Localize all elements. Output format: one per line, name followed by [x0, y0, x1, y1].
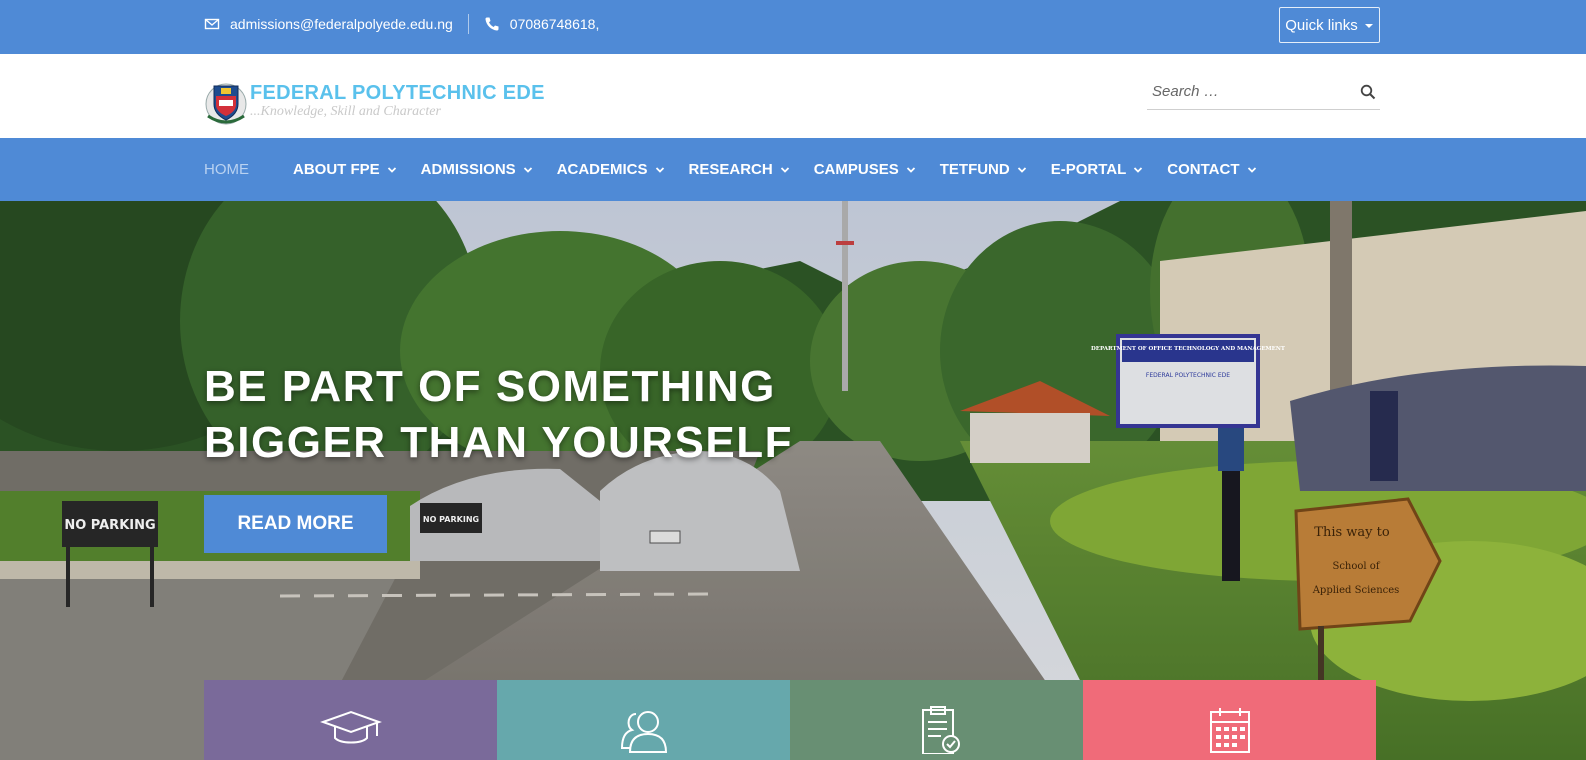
nav-item-label: TETFUND	[939, 161, 1010, 178]
nav-item-label: E-PORTAL	[1050, 161, 1127, 178]
tile-calendar[interactable]	[1083, 680, 1376, 760]
email-text: admissions@federalpolyede.edu.ng	[230, 16, 453, 32]
crest-icon	[205, 83, 247, 125]
direction-sign-line2: School of	[1332, 561, 1380, 572]
search-input[interactable]	[1147, 82, 1347, 101]
users-icon	[620, 711, 667, 753]
nav-item-label: CONTACT	[1167, 161, 1240, 178]
nav-item-label: RESEARCH	[688, 161, 773, 178]
chevron-down-icon	[1247, 166, 1256, 173]
hero-headline-line1: BE PART OF SOMETHING	[204, 362, 776, 411]
caret-down-icon	[1364, 17, 1374, 34]
graduation-cap-icon	[319, 710, 382, 744]
nav-item-label: CAMPUSES	[813, 161, 899, 178]
chevron-down-icon	[387, 166, 396, 173]
nav-item-campuses[interactable]: CAMPUSES	[814, 161, 916, 178]
tile-users[interactable]	[497, 680, 790, 760]
hero-sign-texts: NO PARKING NO PARKING DEPARTMENT OF OFFI…	[64, 346, 1400, 596]
read-more-button[interactable]: READ MORE	[204, 495, 387, 553]
chevron-down-icon	[523, 166, 532, 173]
phone-icon	[484, 16, 500, 32]
hero-headline: BE PART OF SOMETHING BIGGER THAN YOURSEL…	[204, 359, 804, 471]
feature-tiles	[204, 680, 1376, 760]
clipboard-check-icon	[921, 706, 960, 754]
chevron-down-icon	[906, 166, 915, 173]
department-sign-subtext: FEDERAL POLYTECHNIC EDE	[1146, 372, 1230, 379]
nav-menu: HOME ABOUT FPE ADMISSIONS ACADEMICS RESE…	[204, 138, 1281, 201]
chevron-down-icon	[1017, 166, 1026, 173]
search-box	[1147, 74, 1380, 110]
contact-divider	[467, 14, 469, 34]
nav-item-label: ABOUT FPE	[293, 161, 380, 178]
direction-sign-line1: This way to	[1314, 525, 1390, 540]
chevron-down-icon	[655, 166, 664, 173]
nav-item-home[interactable]: HOME	[204, 161, 249, 178]
contact-info: admissions@federalpolyede.edu.ng 0708674…	[204, 14, 599, 34]
calendar-icon	[1209, 708, 1250, 753]
logo-name: FEDERAL POLYTECHNIC EDE	[250, 82, 545, 104]
nav-item-research[interactable]: RESEARCH	[689, 161, 790, 178]
no-parking-sign-text: NO PARKING	[64, 518, 155, 533]
department-sign-text: DEPARTMENT OF OFFICE TECHNOLOGY AND MANA…	[1091, 346, 1286, 352]
nav-item-academics[interactable]: ACADEMICS	[557, 161, 665, 178]
nav-item-label: HOME	[204, 161, 249, 178]
tile-clipboard[interactable]	[790, 680, 1083, 760]
nav-item-tetfund[interactable]: TETFUND	[940, 161, 1027, 178]
phone-text: 07086748618,	[509, 16, 600, 32]
phone-contact[interactable]: 07086748618,	[484, 16, 600, 32]
quick-links-label: Quick links	[1285, 16, 1358, 34]
chevron-down-icon	[1134, 166, 1143, 173]
nav-item-admissions[interactable]: ADMISSIONS	[421, 161, 533, 178]
quick-links-dropdown[interactable]: Quick links	[1279, 7, 1380, 43]
top-bar: admissions@federalpolyede.edu.ng 0708674…	[0, 0, 1586, 54]
nav-item-label: ACADEMICS	[556, 161, 648, 178]
email-contact[interactable]: admissions@federalpolyede.edu.ng	[204, 16, 453, 32]
hero-slider: NO PARKING NO PARKING DEPARTMENT OF OFFI…	[0, 201, 1586, 760]
nav-item-about[interactable]: ABOUT FPE	[293, 161, 397, 178]
site-logo[interactable]: FEDERAL POLYTECHNIC EDE ...Knowledge, Sk…	[204, 78, 545, 126]
main-nav: HOME ABOUT FPE ADMISSIONS ACADEMICS RESE…	[0, 138, 1586, 201]
logo-motto: ...Knowledge, Skill and Character	[250, 104, 441, 119]
hero-headline-line2: BIGGER THAN YOURSELF	[204, 418, 794, 467]
search-icon[interactable]	[1360, 84, 1376, 100]
envelope-icon	[204, 16, 220, 32]
no-parking-small-sign-text: NO PARKING	[423, 515, 479, 524]
chevron-down-icon	[780, 166, 789, 173]
direction-sign-line3: Applied Sciences	[1312, 585, 1400, 596]
nav-item-label: ADMISSIONS	[420, 161, 516, 178]
nav-item-contact[interactable]: CONTACT	[1167, 161, 1256, 178]
nav-item-e-portal[interactable]: E-PORTAL	[1051, 161, 1144, 178]
tile-graduation[interactable]	[204, 680, 497, 760]
site-header: FEDERAL POLYTECHNIC EDE ...Knowledge, Sk…	[0, 54, 1586, 138]
